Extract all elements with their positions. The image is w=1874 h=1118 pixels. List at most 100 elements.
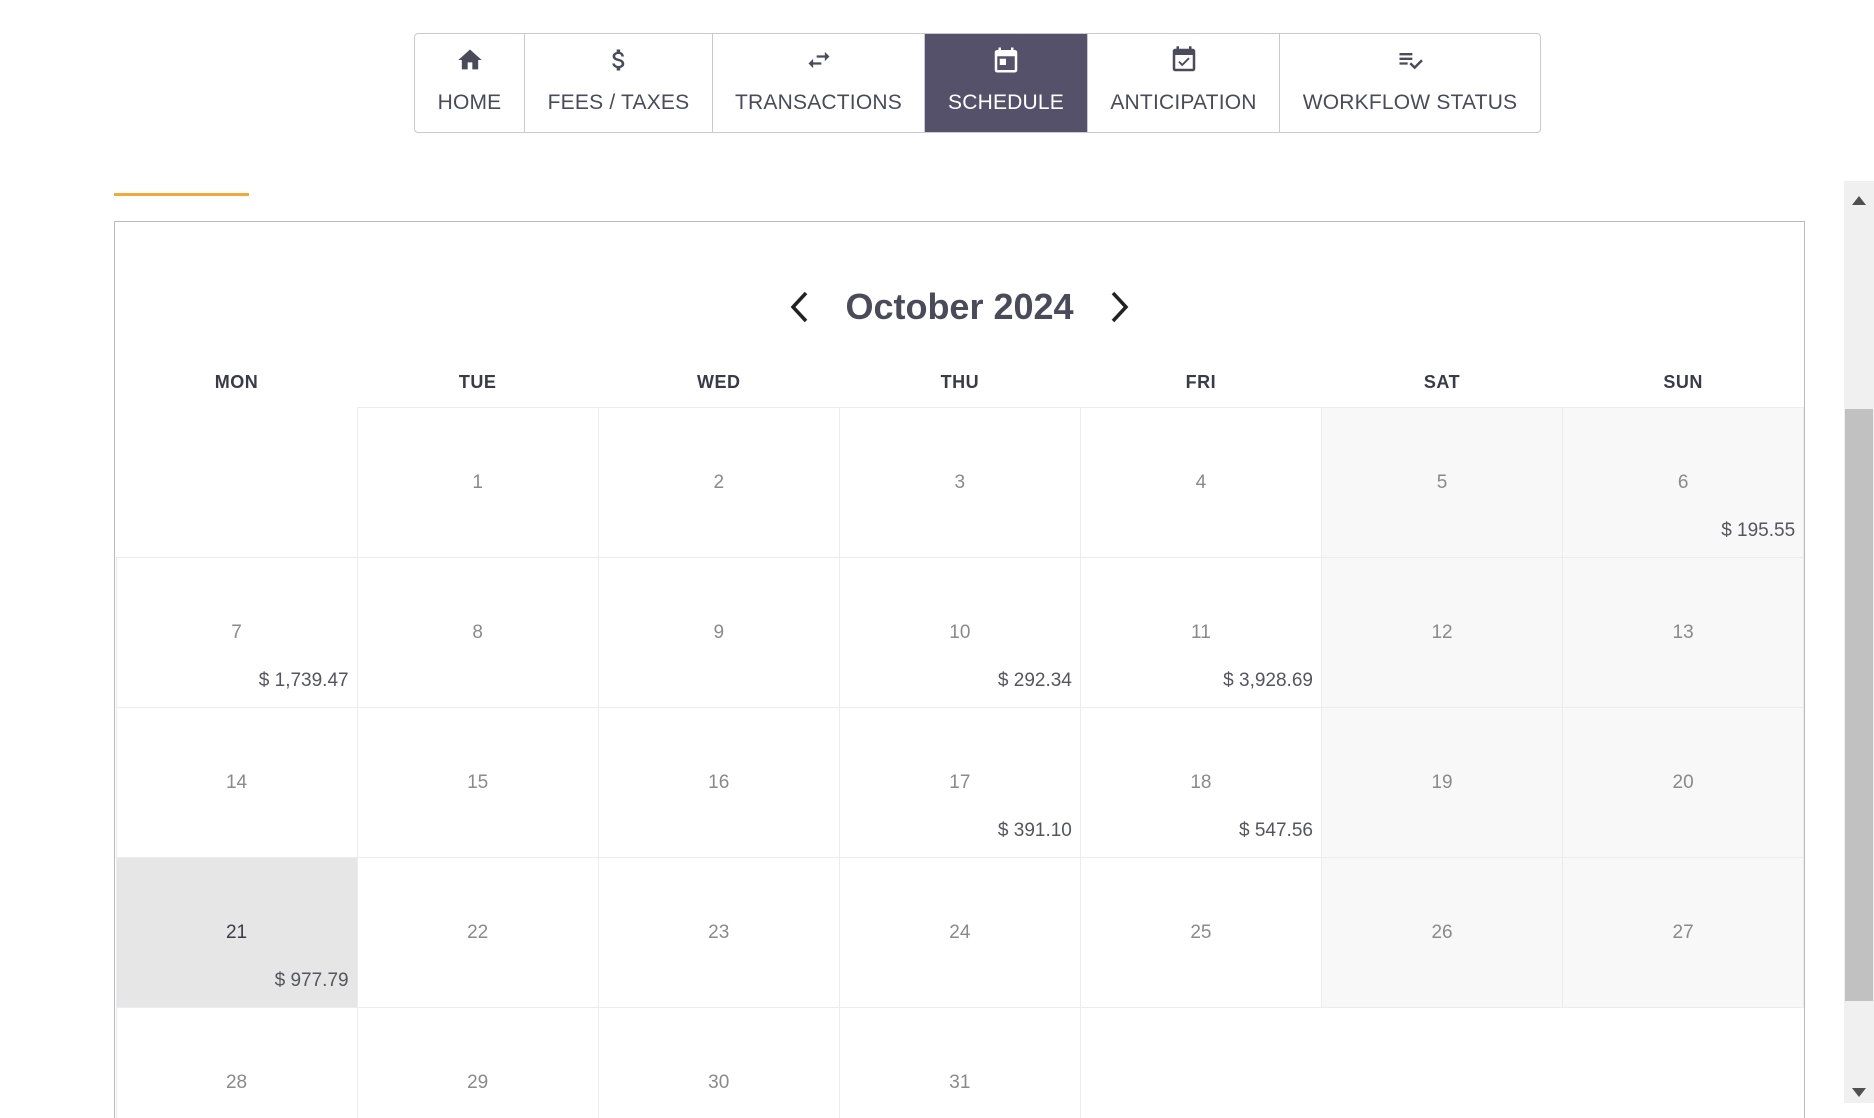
calendar-day-cell[interactable]: 16 (597, 706, 840, 858)
calendar-day-cell[interactable]: 20 (1562, 706, 1804, 858)
day-number: 9 (713, 621, 725, 643)
calendar-empty-cell (115, 406, 358, 558)
day-number: 6 (1677, 471, 1689, 493)
weekday-label: WED (696, 372, 741, 392)
day-number: 27 (1672, 921, 1694, 943)
day-number: 1 (472, 471, 483, 493)
day-number: 2 (713, 471, 725, 493)
calendar-day-cell[interactable]: 14 (115, 706, 358, 858)
calendar-day-cell[interactable]: 7 $ 1,739.47 (115, 556, 358, 708)
calendar-check-icon (1168, 44, 1200, 76)
day-number: 7 (231, 621, 242, 643)
calendar-day-cell[interactable]: 9 (597, 556, 840, 708)
calendar-day-cell[interactable]: 21 $ 977.79 (115, 856, 358, 1008)
tab-label: HOME (437, 91, 502, 114)
tab-fees-taxes[interactable]: FEES / TAXES (525, 34, 713, 132)
calendar-day-cell[interactable]: 26 (1320, 856, 1564, 1008)
day-number: 10 (949, 621, 971, 643)
scrollbar-thumb[interactable] (1845, 409, 1873, 1001)
tab-anticipation[interactable]: ANTICIPATION (1088, 34, 1280, 132)
day-number: 21 (225, 921, 248, 943)
day-number: 11 (1191, 621, 1211, 643)
swap-arrows-icon (803, 44, 835, 76)
calendar-day-cell[interactable]: 15 (356, 706, 599, 858)
day-number: 16 (708, 771, 730, 793)
checklist-icon (1394, 44, 1426, 76)
day-number: 13 (1672, 621, 1694, 643)
day-number: 17 (949, 771, 971, 793)
calendar-day-cell[interactable]: 13 (1562, 556, 1804, 708)
scheduled-amount: $ 195.55 (1721, 519, 1796, 541)
calendar-day-cell[interactable]: 6 $ 195.55 (1562, 406, 1804, 558)
calendar-day-cell[interactable]: 28 (115, 1006, 358, 1118)
day-number: 24 (949, 921, 971, 943)
calendar-day-cell[interactable]: 30 (597, 1006, 840, 1118)
calendar-day-cell[interactable]: 12 (1320, 556, 1564, 708)
calendar-day-cell[interactable]: 1 (356, 406, 599, 558)
tab-workflow-status[interactable]: WORKFLOW STATUS (1280, 34, 1540, 132)
calendar-day-cell[interactable]: 3 (838, 406, 1081, 558)
day-number: 5 (1436, 471, 1448, 493)
calendar-day-cell[interactable]: 29 (356, 1006, 599, 1118)
calendar-day-cell[interactable]: 18 $ 547.56 (1079, 706, 1322, 858)
calendar-day-cell[interactable]: 31 (838, 1006, 1081, 1118)
chevron-right-icon[interactable] (1100, 287, 1140, 327)
day-number: 3 (954, 471, 966, 493)
calendar-day-cell[interactable]: 23 (597, 856, 840, 1008)
weekday-label: SUN (1663, 372, 1703, 392)
vertical-scrollbar[interactable] (1844, 181, 1874, 1103)
calendar-day-cell[interactable]: 5 (1320, 406, 1564, 558)
day-number: 8 (472, 621, 483, 643)
day-number: 26 (1431, 921, 1453, 943)
tab-transactions[interactable]: TRANSACTIONS (713, 34, 925, 132)
scroll-down-arrow-icon[interactable] (1844, 1081, 1874, 1103)
dollar-icon (603, 44, 635, 76)
home-icon (454, 44, 486, 76)
calendar-day-cell[interactable]: 8 (356, 556, 599, 708)
day-number: 23 (708, 921, 730, 943)
scheduled-amount: $ 1,739.47 (258, 669, 349, 691)
calendar-day-cell[interactable]: 2 (597, 406, 840, 558)
day-number: 31 (949, 1071, 971, 1093)
tab-label: ANTICIPATION (1110, 91, 1257, 114)
weekday-label: TUE (458, 372, 497, 392)
calendar-day-cell[interactable]: 4 (1079, 406, 1322, 558)
month-title: October 2024 (845, 286, 1074, 327)
tab-home[interactable]: HOME (415, 34, 525, 132)
weekday-label: SAT (1423, 372, 1461, 392)
day-number: 30 (708, 1071, 730, 1093)
calendar-day-cell[interactable]: 24 (838, 856, 1081, 1008)
tab-label: FEES / TAXES (547, 91, 690, 114)
day-number: 12 (1431, 621, 1453, 643)
day-number: 4 (1195, 471, 1207, 493)
main-tab-bar: HOME FEES / TAXES TRANSACTIONS SCHEDULE … (414, 33, 1541, 133)
day-number: 15 (467, 771, 489, 793)
tab-label: SCHEDULE (948, 91, 1064, 114)
calendar-header: October 2024 (115, 282, 1804, 332)
day-number: 22 (467, 921, 489, 943)
weekday-header-row: MON TUE WED THU FRI SAT SUN (116, 372, 1804, 393)
calendar-day-cell[interactable]: 25 (1079, 856, 1322, 1008)
weekday-label: MON (214, 372, 259, 392)
calendar-day-cell[interactable]: 27 (1562, 856, 1804, 1008)
scheduled-amount: $ 547.56 (1239, 819, 1313, 841)
calendar-day-cell[interactable]: 10 $ 292.34 (838, 556, 1081, 708)
calendar-grid: 1 2 3 4 5 6 $ 195.55 7 $ 1,739.47 8 9 10 $ 292.34 11 $… (115, 406, 1804, 1118)
section-accent-underline (114, 193, 249, 196)
calendar-day-cell[interactable]: 22 (356, 856, 599, 1008)
tab-label: TRANSACTIONS (735, 91, 902, 114)
day-number: 25 (1190, 921, 1212, 943)
day-number: 28 (225, 1071, 248, 1093)
scheduled-amount: $ 977.79 (274, 969, 349, 991)
day-number: 18 (1190, 771, 1212, 793)
calendar-day-cell[interactable]: 11 $ 3,928.69 (1079, 556, 1322, 708)
day-number: 20 (1672, 771, 1694, 793)
scheduled-amount: $ 3,928.69 (1223, 669, 1313, 691)
calendar-day-cell[interactable]: 19 (1320, 706, 1564, 858)
chevron-left-icon[interactable] (779, 287, 819, 327)
weekday-label: THU (940, 372, 980, 392)
tab-schedule[interactable]: SCHEDULE (925, 34, 1088, 132)
scroll-up-arrow-icon[interactable] (1844, 189, 1874, 211)
calendar-day-cell[interactable]: 17 $ 391.10 (838, 706, 1081, 858)
scheduled-amount: $ 292.34 (997, 669, 1072, 691)
